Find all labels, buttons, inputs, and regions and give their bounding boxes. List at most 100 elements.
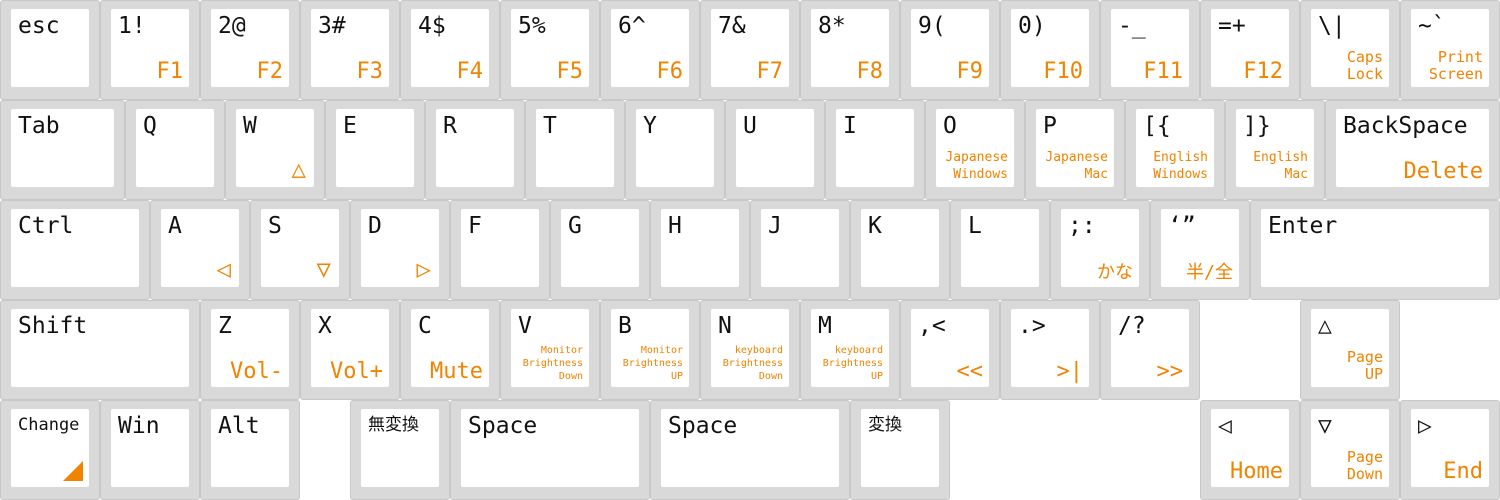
fn-layer-legend: >> bbox=[1156, 359, 1184, 384]
keycap: Space bbox=[661, 409, 839, 487]
key-legend: \| bbox=[1318, 13, 1346, 39]
key-4-f4: 4$ F4 bbox=[400, 0, 500, 100]
key-legend: 9( bbox=[918, 13, 946, 39]
fn-layer-legend: F12 bbox=[1243, 59, 1283, 84]
key-legend: 7& bbox=[718, 13, 746, 39]
key-ctrl: Ctrl bbox=[0, 200, 150, 300]
key-symbol: 変換 bbox=[850, 400, 950, 500]
key-legend: 変換 bbox=[868, 415, 902, 435]
left-arrow-icon: ◁ bbox=[216, 255, 231, 283]
fn-layer-legend: Japanese Windows bbox=[945, 150, 1008, 182]
key-z-vol: Z Vol- bbox=[200, 300, 300, 400]
key-legend: [{ bbox=[1143, 113, 1171, 139]
key-p-japanese-mac: P Japanese Mac bbox=[1025, 100, 1125, 200]
fn-layer-legend: F4 bbox=[456, 59, 484, 84]
key-legend: X bbox=[318, 313, 332, 339]
keycap: H bbox=[661, 209, 739, 287]
key-legend: ;: bbox=[1068, 213, 1096, 239]
key-g: G bbox=[550, 200, 650, 300]
keycap: [{English Windows bbox=[1136, 109, 1214, 187]
down-arrow-icon: ▽ bbox=[316, 255, 331, 283]
fn-layer-legend: Print Screen bbox=[1428, 48, 1483, 83]
orange-triangle-icon bbox=[63, 461, 83, 481]
key-v-monitor-brightness-down: V Monitor Brightness Down bbox=[500, 300, 600, 400]
keycap: ;: かな bbox=[1061, 209, 1139, 287]
keycap: L bbox=[961, 209, 1039, 287]
key-legend: Alt bbox=[218, 413, 260, 439]
keycap: 2@ F2 bbox=[211, 9, 289, 87]
key-space: Space bbox=[650, 400, 850, 500]
keycap: Tab bbox=[11, 109, 114, 187]
keycap: ▽ Page Down bbox=[1311, 409, 1389, 487]
keycap: B Monitor Brightness UP bbox=[611, 309, 689, 387]
key-legend: Ctrl bbox=[18, 213, 74, 239]
keycap: ▷ End bbox=[1411, 409, 1489, 487]
fn-layer-legend: Page Down bbox=[1346, 448, 1383, 483]
fn-layer-legend: Mute bbox=[430, 359, 483, 384]
keycap: V Monitor Brightness Down bbox=[511, 309, 589, 387]
key-legend: A bbox=[168, 213, 182, 239]
key-change: Change bbox=[0, 400, 100, 500]
key-2-f2: 2@ F2 bbox=[200, 0, 300, 100]
key-legend: M bbox=[818, 313, 832, 339]
keycap: ◁ Home bbox=[1211, 409, 1289, 487]
key-legend: 6^ bbox=[618, 13, 646, 39]
fn-layer-legend: keyboard Brightness Down bbox=[722, 345, 783, 382]
key-1-f1: 1! F1 bbox=[100, 0, 200, 100]
fn-layer-legend: Caps Lock bbox=[1346, 48, 1383, 83]
key-legend: 5% bbox=[518, 13, 546, 39]
keycap: S ▽ bbox=[261, 209, 339, 287]
keycap: Change bbox=[11, 409, 89, 487]
keycap: U bbox=[736, 109, 814, 187]
fn-layer-legend: Delete bbox=[1403, 159, 1483, 184]
key-legend: Space bbox=[668, 413, 738, 439]
key-enter: Enter bbox=[1250, 200, 1500, 300]
keycap: 8* F8 bbox=[811, 9, 889, 87]
key-symbol-caps-lock: \| Caps Lock bbox=[1300, 0, 1400, 100]
key-legend: L bbox=[968, 213, 982, 239]
key-legend: E bbox=[343, 113, 357, 139]
key-legend: V bbox=[518, 313, 532, 339]
key-legend: Win bbox=[118, 413, 160, 439]
key-i: I bbox=[825, 100, 925, 200]
key-symbol-english-mac: ]} English Mac bbox=[1225, 100, 1325, 200]
key-legend: K bbox=[868, 213, 882, 239]
fn-layer-legend: Monitor Brightness UP bbox=[622, 345, 683, 382]
keycap: I bbox=[836, 109, 914, 187]
fn-layer-legend: >| bbox=[1056, 359, 1084, 384]
key-symbol: 無変換 bbox=[350, 400, 450, 500]
keycap: Enter bbox=[1261, 209, 1489, 287]
key-5-f5: 5% F5 bbox=[500, 0, 600, 100]
key-legend: W bbox=[243, 113, 257, 139]
key-c-mute: C Mute bbox=[400, 300, 500, 400]
keycap: Alt bbox=[211, 409, 289, 487]
key-7-f7: 7& F7 bbox=[700, 0, 800, 100]
keycap: Win bbox=[111, 409, 189, 487]
key-right-arrow-end: ▷ End bbox=[1400, 400, 1500, 500]
key-shift: Shift bbox=[0, 300, 200, 400]
key-tab: Tab bbox=[0, 100, 125, 200]
key-legend: T bbox=[543, 113, 557, 139]
key-legend: /? bbox=[1118, 313, 1146, 339]
fn-layer-legend: Monitor Brightness Down bbox=[522, 345, 583, 382]
fn-layer-legend: English Mac bbox=[1253, 150, 1308, 182]
keycap: 7& F7 bbox=[711, 9, 789, 87]
key-legend: ]} bbox=[1243, 113, 1271, 139]
fn-layer-legend: F6 bbox=[656, 59, 684, 84]
key-legend: ,< bbox=[918, 313, 946, 339]
keycap: 5% F5 bbox=[511, 9, 589, 87]
fn-layer-legend: かな bbox=[1097, 262, 1133, 283]
key-h: H bbox=[650, 200, 750, 300]
up-arrow-icon: △ bbox=[291, 155, 306, 183]
key-j: J bbox=[750, 200, 850, 300]
key-legend: Tab bbox=[18, 113, 60, 139]
keycap: 1! F1 bbox=[111, 9, 189, 87]
keycap: O Japanese Windows bbox=[936, 109, 1014, 187]
key-m-keyboard-brightness-up: Mkeyboard Brightness UP bbox=[800, 300, 900, 400]
key-legend: Y bbox=[643, 113, 657, 139]
key-x-vol: X Vol+ bbox=[300, 300, 400, 400]
keycap: BackSpace Delete bbox=[1336, 109, 1489, 187]
fn-layer-legend: End bbox=[1443, 459, 1483, 484]
key-legend: ‘” bbox=[1168, 213, 1196, 239]
keycap: esc bbox=[11, 9, 89, 87]
